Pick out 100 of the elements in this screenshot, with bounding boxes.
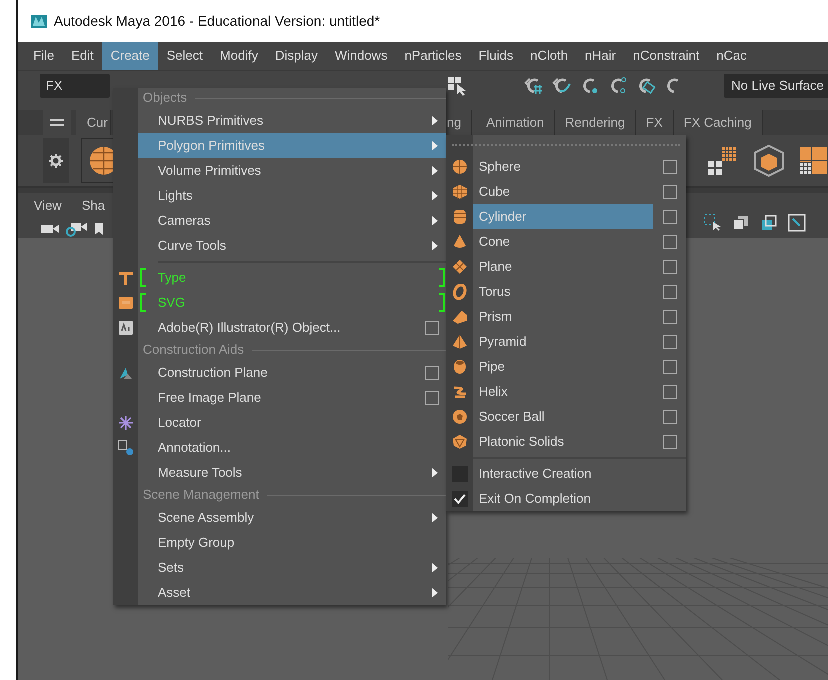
type-icon bbox=[118, 270, 134, 286]
menu-item[interactable]: Locator bbox=[138, 410, 418, 435]
menu-icon[interactable] bbox=[50, 118, 64, 126]
overlap-squares-icon[interactable] bbox=[732, 214, 750, 232]
panel-menu[interactable]: Sha bbox=[82, 196, 106, 216]
menu-item[interactable]: Cylinder bbox=[473, 204, 653, 229]
shelf-tab[interactable]: FX bbox=[636, 110, 674, 135]
menu-item[interactable]: Volume Primitives bbox=[138, 158, 446, 183]
overlap-squares-icon[interactable] bbox=[760, 214, 778, 232]
menu-item[interactable]: Helix bbox=[473, 379, 653, 404]
menu-bar-item[interactable]: Edit bbox=[62, 42, 102, 70]
menu-bar-item[interactable]: File bbox=[25, 42, 63, 70]
menu-item[interactable]: Sets bbox=[138, 555, 446, 580]
submenu-arrow-icon bbox=[432, 140, 438, 150]
camera-icon[interactable] bbox=[40, 222, 60, 235]
menu-item[interactable]: Free Image Plane bbox=[138, 385, 418, 410]
plane-icon bbox=[452, 258, 468, 274]
shelf-tab[interactable]: Rendering bbox=[555, 110, 636, 135]
image-plane-icon[interactable] bbox=[788, 214, 806, 232]
marquee-select-icon[interactable] bbox=[704, 214, 722, 232]
menu-item[interactable]: Annotation... bbox=[138, 435, 418, 460]
annotation-icon bbox=[118, 440, 134, 456]
menu-item[interactable]: Cube bbox=[473, 179, 653, 204]
option-box[interactable] bbox=[662, 210, 676, 224]
menu-bar-item[interactable]: Windows bbox=[326, 42, 396, 70]
menu-item[interactable]: Pipe bbox=[473, 354, 653, 379]
menu-item[interactable]: Empty Group bbox=[138, 530, 418, 555]
menu-bar-item[interactable]: nParticles bbox=[396, 42, 470, 70]
cone-icon bbox=[452, 234, 468, 250]
menu-bar-item[interactable]: Modify bbox=[212, 42, 267, 70]
menu-item[interactable]: Type bbox=[138, 265, 446, 290]
submenu-arrow-icon bbox=[432, 562, 438, 572]
menu-item[interactable]: Measure Tools bbox=[138, 460, 446, 485]
menu-item[interactable]: Lights bbox=[138, 183, 446, 208]
menu-bar-item[interactable]: Select bbox=[158, 42, 212, 70]
menu-bar-item[interactable]: Create bbox=[102, 42, 158, 70]
option-box[interactable] bbox=[662, 260, 676, 274]
menu-bar-item[interactable]: nCloth bbox=[522, 42, 577, 70]
menu-item[interactable]: Platonic Solids bbox=[473, 429, 653, 454]
menu-item[interactable]: Interactive Creation bbox=[473, 461, 653, 486]
menu-item[interactable]: Pyramid bbox=[473, 329, 653, 354]
menu-item[interactable]: Scene Assembly bbox=[138, 505, 446, 530]
shelf-tab[interactable]: Cur bbox=[76, 110, 111, 135]
option-box[interactable] bbox=[662, 184, 676, 198]
menu-item[interactable]: Exit On Completion bbox=[473, 486, 653, 511]
shelf-tab[interactable]: FX Caching bbox=[674, 110, 763, 135]
select-icon[interactable] bbox=[446, 74, 468, 96]
menu-set-dropdown[interactable]: FX bbox=[40, 74, 110, 98]
grid-icon[interactable] bbox=[706, 144, 738, 176]
option-box[interactable] bbox=[425, 366, 439, 380]
live-surface-field[interactable]: No Live Surface bbox=[724, 74, 828, 98]
menu-item[interactable]: Adobe(R) Illustrator(R) Object... bbox=[138, 315, 418, 340]
torus-icon bbox=[452, 284, 468, 300]
menu-item[interactable]: SVG bbox=[138, 290, 446, 315]
option-box[interactable] bbox=[662, 410, 676, 424]
checkbox[interactable] bbox=[452, 490, 468, 506]
menu-item[interactable]: Soccer Ball bbox=[473, 404, 653, 429]
panel-menu[interactable]: View bbox=[34, 196, 62, 216]
menu-item[interactable]: Torus bbox=[473, 279, 653, 304]
menu-bar-item[interactable]: Display bbox=[266, 42, 326, 70]
bookmark-icon[interactable] bbox=[94, 222, 104, 236]
option-box[interactable] bbox=[662, 234, 676, 248]
settings-icon[interactable] bbox=[49, 154, 63, 168]
prism-icon bbox=[452, 308, 468, 324]
shelf-tab[interactable]: ng bbox=[444, 110, 472, 135]
option-box[interactable] bbox=[425, 320, 439, 334]
menu-item[interactable]: Prism bbox=[473, 304, 653, 329]
soccer-ball-icon bbox=[452, 408, 468, 424]
menu-bar-item[interactable]: nHair bbox=[576, 42, 625, 70]
menu-item[interactable]: Sphere bbox=[473, 154, 653, 179]
option-box[interactable] bbox=[662, 434, 676, 448]
illustrator-file-icon bbox=[118, 320, 134, 336]
menu-item[interactable]: NURBS Primitives bbox=[138, 108, 446, 133]
menu-bar-item[interactable]: nCac bbox=[708, 42, 756, 70]
menu-item[interactable]: Cone bbox=[473, 229, 653, 254]
menu-bar-item[interactable]: nConstraint bbox=[624, 42, 708, 70]
option-box[interactable] bbox=[662, 384, 676, 398]
menu-item[interactable]: Plane bbox=[473, 254, 653, 279]
menu-item[interactable]: Polygon Primitives bbox=[138, 133, 446, 158]
option-box[interactable] bbox=[662, 360, 676, 374]
cube-icon bbox=[452, 184, 468, 200]
locator-icon bbox=[118, 414, 134, 430]
grid-icon[interactable] bbox=[798, 144, 828, 176]
submenu-arrow-icon bbox=[432, 468, 438, 478]
option-box[interactable] bbox=[425, 390, 439, 404]
window-title: Autodesk Maya 2016 - Educational Version: untitled* bbox=[54, 12, 380, 31]
option-box[interactable] bbox=[662, 334, 676, 348]
menu-item[interactable]: Curve Tools bbox=[138, 233, 446, 258]
shelf-tab[interactable]: Animation bbox=[472, 110, 556, 135]
menu-item[interactable]: Cameras bbox=[138, 208, 446, 233]
camera-settings-icon[interactable] bbox=[66, 220, 88, 237]
cube-icon[interactable] bbox=[752, 144, 786, 178]
pipe-icon bbox=[452, 358, 468, 374]
menu-item[interactable]: Asset bbox=[138, 580, 446, 605]
option-box[interactable] bbox=[662, 310, 676, 324]
menu-bar-item[interactable]: Fluids bbox=[470, 42, 522, 70]
menu-item[interactable]: Construction Plane bbox=[138, 360, 418, 385]
option-box[interactable] bbox=[662, 284, 676, 298]
option-box[interactable] bbox=[662, 160, 676, 174]
sphere-icon bbox=[452, 158, 468, 174]
